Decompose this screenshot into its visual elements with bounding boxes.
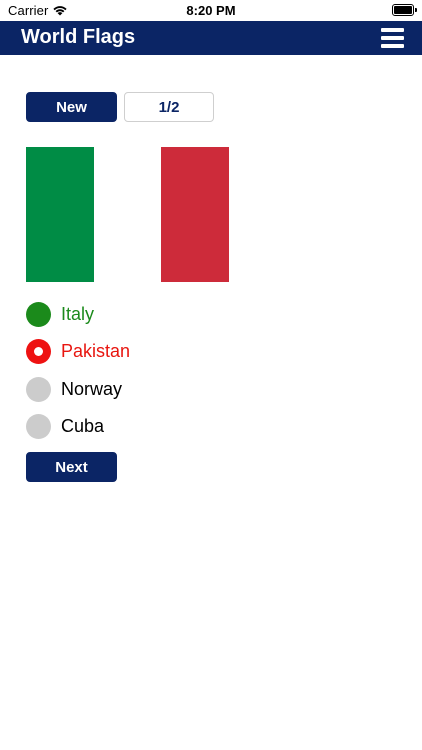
radio-selected-dot <box>34 346 43 356</box>
radio-button[interactable] <box>26 376 51 402</box>
battery-icon <box>392 4 414 16</box>
option-label: Norway <box>61 379 123 399</box>
answer-option-norway[interactable]: Norway <box>26 376 122 402</box>
question-counter: 1/2 <box>124 92 214 122</box>
radio-button[interactable] <box>26 413 51 439</box>
new-button[interactable]: New <box>26 92 117 122</box>
status-time: 8:20 PM <box>186 3 236 18</box>
nav-bar: World Flags <box>0 21 422 55</box>
answer-option-pakistan[interactable]: Pakistan <box>26 338 130 364</box>
radio-button[interactable] <box>26 338 51 364</box>
option-label: Cuba <box>61 416 105 436</box>
option-label: Italy <box>61 304 95 324</box>
answer-option-cuba[interactable]: Cuba <box>26 413 104 439</box>
flag-stripe <box>93 147 162 282</box>
page-title: World Flags <box>21 26 136 48</box>
radio-button[interactable] <box>26 301 51 327</box>
answer-option-italy[interactable]: Italy <box>26 301 94 327</box>
hamburger-menu-icon[interactable] <box>381 28 404 48</box>
next-button[interactable]: Next <box>26 452 117 482</box>
battery-tip <box>415 8 417 12</box>
flag-image <box>26 147 230 282</box>
flag-stripe <box>161 147 230 282</box>
flag-stripe <box>26 147 94 282</box>
status-bar: Carrier 8:20 PM <box>0 0 422 22</box>
option-label: Pakistan <box>61 341 131 361</box>
